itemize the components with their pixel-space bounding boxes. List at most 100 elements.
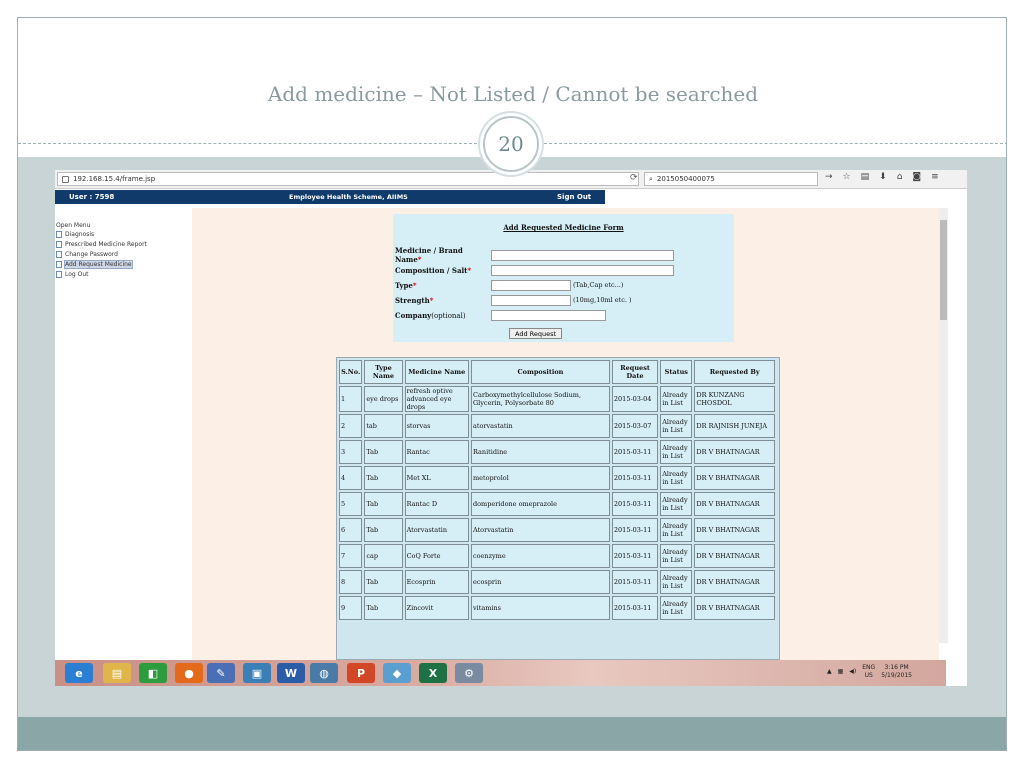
field-label: Company — [395, 310, 432, 320]
menu-icon[interactable]: ≡ — [931, 172, 939, 182]
table-cell: DR V BHATNAGAR — [694, 596, 775, 621]
column-header: S.No. — [339, 360, 363, 384]
reload-icon[interactable]: ⟳ — [630, 173, 638, 183]
word-icon[interactable]: W — [277, 663, 305, 683]
table-cell: metoprolol — [470, 466, 610, 491]
form-title: Add Requested Medicine Form — [503, 223, 624, 232]
page-content: Open Menu Diagnosis Prescribed Medicine … — [55, 208, 939, 660]
menu-item-change-password[interactable]: Change Password — [56, 251, 118, 258]
excel-icon[interactable]: X — [419, 663, 447, 683]
show-hidden-icons-icon[interactable]: ▲ — [827, 668, 832, 675]
url-text: 192.168.15.4/frame.jsp — [73, 175, 156, 183]
table-cell: 7 — [339, 544, 363, 569]
table-cell: Carboxymethylcellulose Sodium, Glycerin,… — [470, 386, 610, 413]
reading-list-icon[interactable]: ▤ — [861, 172, 870, 182]
network-icon[interactable]: ▦ — [838, 668, 844, 675]
table-cell: refresh optive advanced eye drops — [404, 386, 469, 413]
database-icon[interactable]: ◍ — [310, 663, 338, 683]
remote-desktop-icon[interactable]: ▣ — [243, 663, 271, 683]
table-cell: 2015-03-11 — [611, 466, 659, 491]
table-cell: ecosprin — [470, 570, 610, 595]
menu-heading[interactable]: Open Menu — [56, 222, 90, 229]
pocket-icon[interactable]: ◙ — [912, 172, 921, 182]
type-input[interactable] — [491, 279, 571, 291]
table-cell: Tab — [364, 440, 403, 465]
table-cell: tab — [364, 414, 403, 439]
firefox-icon[interactable]: ● — [175, 663, 203, 683]
user-label: User : 7598 — [69, 193, 115, 201]
powerpoint-icon[interactable]: P — [347, 663, 375, 683]
table-row: 6 Tab Atorvastatin Atorvastatin 2015-03-11 Al… — [339, 518, 775, 543]
menu-item-add-request-medicine[interactable]: Add Request Medicine — [56, 260, 133, 269]
add-medicine-form: Add Requested Medicine Form Medicine / B… — [393, 214, 734, 342]
app-title: Employee Health Scheme, AIIMS — [289, 193, 408, 201]
address-bar[interactable]: 192.168.15.4/frame.jsp — [57, 172, 639, 186]
table-cell: Met XL — [404, 466, 469, 491]
table-row: 4 Tab Met XL metoprolol 2015-03-11 Already in… — [339, 466, 775, 491]
table-cell: Already in List — [660, 440, 693, 465]
table-cell: Already in List — [660, 518, 693, 543]
company-input[interactable] — [491, 309, 606, 321]
file-explorer-icon[interactable]: ▤ — [103, 663, 131, 683]
clock[interactable]: 3:16 PM 5/19/2015 — [881, 664, 912, 680]
tools-icon[interactable]: ⚙ — [455, 663, 483, 683]
field-label: Type — [395, 280, 413, 290]
bookmark-star-icon[interactable]: ☆ — [843, 172, 851, 182]
table-cell: Already in List — [660, 596, 693, 621]
table-cell: 8 — [339, 570, 363, 595]
strength-row: Strength* (10mg,10ml etc. ) — [395, 294, 632, 306]
volume-icon[interactable]: ◀) — [849, 668, 856, 675]
required-marker: * — [467, 265, 472, 275]
required-marker: * — [417, 255, 422, 264]
store-icon[interactable]: ◧ — [139, 663, 167, 683]
home-icon[interactable]: ⌂ — [897, 172, 903, 182]
menu-item-diagnosis[interactable]: Diagnosis — [56, 231, 94, 238]
table-cell: 2 — [339, 414, 363, 439]
table-cell: Already in List — [660, 414, 693, 439]
add-request-button[interactable]: Add Request — [509, 328, 563, 339]
table-cell: vitamins — [470, 596, 610, 621]
menu-item-label: Change Password — [65, 251, 118, 258]
table-cell: Tab — [364, 492, 403, 517]
vertical-scrollbar[interactable] — [939, 208, 948, 643]
strength-input[interactable] — [491, 294, 571, 306]
strength-hint: (10mg,10ml etc. ) — [573, 296, 632, 304]
composition-input[interactable] — [491, 264, 674, 276]
sign-out-link[interactable]: Sign Out — [557, 193, 591, 201]
menu-item-label: Add Request Medicine — [64, 260, 133, 269]
language-indicator[interactable]: ENG US — [862, 664, 875, 680]
table-cell: DR KUNZANG CHOSDOL — [694, 386, 775, 413]
company-row: Company(optional) — [395, 309, 606, 321]
toolbar-icons: → ☆ ▤ ⬇ ⌂ ◙ ≡ — [825, 172, 939, 182]
search-value: 2015050400075 — [656, 175, 715, 183]
download-icon[interactable]: ⬇ — [879, 172, 887, 182]
browser-search-box[interactable]: ⌕ 2015050400075 — [644, 172, 818, 186]
table-cell: 3 — [339, 440, 363, 465]
table-header-row: S.No. Type Name Medicine Name Compositio… — [339, 360, 775, 384]
medicine-name-input[interactable] — [491, 249, 674, 261]
table-cell: Tab — [364, 570, 403, 595]
table-cell: 5 — [339, 492, 363, 517]
required-marker: * — [412, 280, 417, 290]
menu-item-log-out[interactable]: Log Out — [56, 271, 89, 278]
scrollbar-thumb[interactable] — [940, 220, 947, 320]
paint-icon[interactable]: ✎ — [207, 663, 235, 683]
internet-explorer-icon[interactable]: e — [65, 663, 93, 683]
lang: ENG — [862, 664, 876, 671]
left-menu: Open Menu Diagnosis Prescribed Medicine … — [55, 208, 192, 660]
table-cell: DR V BHATNAGAR — [694, 440, 775, 465]
time: 3:16 PM — [884, 664, 909, 671]
table-cell: DR V BHATNAGAR — [694, 544, 775, 569]
table-cell: atorvastatin — [470, 414, 610, 439]
menu-item-prescribed-report[interactable]: Prescribed Medicine Report — [56, 241, 147, 248]
table-cell: 2015-03-07 — [611, 414, 659, 439]
column-header: Medicine Name — [404, 360, 469, 384]
app-icon[interactable]: ◆ — [383, 663, 411, 683]
search-icon: ⌕ — [649, 174, 653, 183]
document-icon — [56, 271, 62, 278]
forward-arrow-icon[interactable]: → — [825, 172, 833, 182]
column-header: Request Date — [611, 360, 659, 384]
menu-item-label: Log Out — [65, 271, 89, 278]
table-cell: Atorvastatin — [404, 518, 469, 543]
table-cell: Already in List — [660, 570, 693, 595]
